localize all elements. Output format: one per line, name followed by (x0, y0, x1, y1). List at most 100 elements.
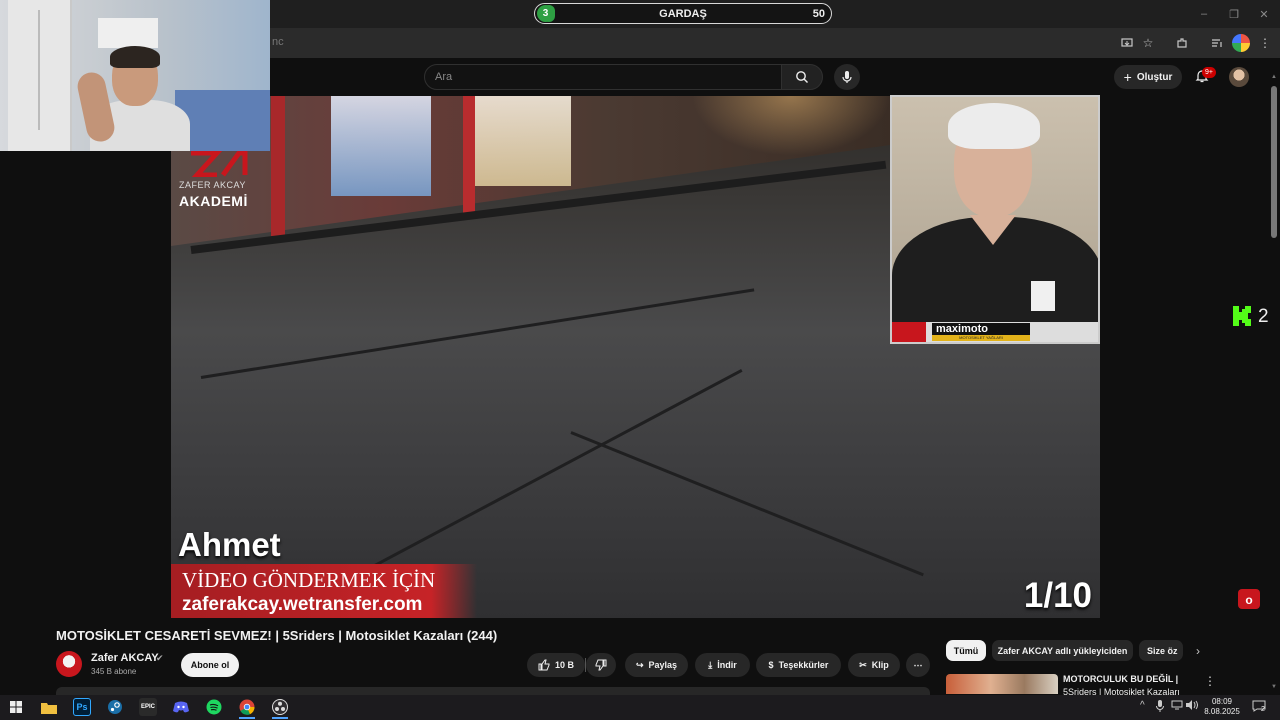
epic-games-icon[interactable]: EPIC (139, 698, 157, 716)
photoshop-icon[interactable]: Ps (73, 698, 91, 716)
streamer-webcam (0, 0, 270, 151)
video-rider-name: Ahmet (178, 526, 281, 563)
thanks-icon: $ (768, 660, 774, 670)
steam-icon[interactable] (106, 698, 124, 716)
video-logo-title: AKADEMİ (179, 193, 248, 209)
recommended-video-title[interactable]: MOTORCULUK BU DEĞİL | (1063, 674, 1193, 684)
goal-name: GARDAŞ (659, 8, 707, 20)
file-explorer-icon[interactable] (40, 698, 58, 716)
dislike-button[interactable] (586, 653, 616, 677)
subscribe-sticker-icon: o (1238, 589, 1260, 609)
chrome-active-indicator (239, 717, 255, 719)
video-scene-shop (471, 96, 571, 186)
tray-expand-icon[interactable]: ^ (1140, 700, 1145, 711)
chevron-right-icon[interactable]: › (1189, 642, 1207, 660)
webcam-person (75, 46, 192, 151)
video-clip-counter: 1/10 (1023, 576, 1092, 615)
channel-name[interactable]: Zafer AKCAY (91, 652, 159, 664)
goal-score: 50 (812, 8, 825, 20)
network-icon[interactable] (1171, 700, 1183, 713)
webcam-cabinet (8, 0, 72, 151)
voice-search-button[interactable] (834, 64, 860, 90)
windows-taskbar (0, 695, 1280, 720)
video-title: MOTOSİKLET CESARETİ SEVMEZ! | 5Sriders |… (56, 628, 498, 643)
more-icon: ⋯ (913, 659, 923, 670)
account-avatar[interactable] (1229, 67, 1249, 87)
recommended-video-subtitle: 5Sriders | Motosiklet Kazaları (1063, 687, 1180, 695)
page-scrollbar[interactable] (1271, 86, 1277, 238)
video-banner-line2: zaferakcay.wetransfer.com (182, 594, 423, 615)
sponsor-brand-sub: MOTOSİKLET YAĞLARI (932, 335, 1030, 341)
video-scene-pillar (463, 96, 475, 216)
system-clock[interactable]: 08:09 8.08.2025 (1196, 697, 1248, 717)
video-scene-lights (691, 96, 891, 156)
obs-active-indicator (272, 717, 288, 719)
svg-text:o: o (1245, 593, 1252, 607)
video-scene-pavement (370, 368, 743, 569)
bookmark-star-icon[interactable]: ☆ (1139, 34, 1157, 52)
search-input[interactable]: Ara (424, 64, 782, 90)
scroll-up-arrow[interactable]: ▲ (1271, 74, 1277, 80)
menu-icon[interactable]: ⋮ (1256, 34, 1274, 52)
sponsor-logo-icon (892, 322, 926, 342)
clock-date: 8.08.2025 (1204, 707, 1240, 716)
profile-icon[interactable] (1232, 34, 1250, 52)
presenter-inset: maximoto MOTOSİKLET YAĞLARI (890, 95, 1100, 344)
windows-start-icon[interactable] (7, 698, 25, 716)
scroll-down-arrow[interactable]: ▼ (1271, 684, 1277, 690)
microphone-tray-icon[interactable] (1156, 700, 1164, 715)
obs-icon[interactable] (271, 698, 289, 716)
minimize-button[interactable]: – (1188, 0, 1220, 28)
webcam-shelf (98, 18, 158, 48)
create-button[interactable]: + Oluştur (1114, 65, 1182, 89)
thanks-button[interactable]: $ Teşekkürler (756, 653, 841, 677)
share-button[interactable]: ↪ Paylaş (625, 653, 688, 677)
search-placeholder: Ara (435, 71, 453, 83)
subscriber-count: 345 B abone (91, 667, 137, 676)
thanks-label: Teşekkürler (778, 660, 829, 670)
share-label: Paylaş (648, 660, 678, 670)
create-label: Oluştur (1136, 71, 1173, 83)
plus-icon: + (1123, 69, 1132, 85)
verified-icon: ✔ (156, 653, 164, 663)
zafer-akcay-logo-icon (191, 151, 248, 177)
extensions-icon[interactable] (1173, 34, 1191, 52)
kick-logo-icon (1233, 306, 1251, 326)
download-icon: ⤓ (708, 659, 713, 670)
goal-progress-bar: 3 GARDAŞ 50 (534, 3, 832, 24)
chrome-icon[interactable] (238, 698, 256, 716)
recommended-video-thumbnail[interactable] (946, 674, 1058, 694)
clip-button[interactable]: ✂ Klip (848, 653, 900, 677)
address-text: nc (272, 36, 284, 48)
like-count: 10 B (554, 660, 574, 670)
channel-avatar[interactable] (56, 651, 82, 677)
share-icon: ↪ (635, 659, 644, 670)
scissors-icon: ✂ (859, 659, 867, 670)
like-button[interactable]: 10 B (527, 653, 585, 677)
recommended-more-icon[interactable]: ⋮ (1204, 674, 1216, 688)
more-actions-button[interactable]: ⋯ (906, 653, 930, 677)
download-button[interactable]: ⤓ İndir (695, 653, 750, 677)
video-scene-pillar (271, 96, 285, 236)
spotify-icon[interactable] (205, 698, 223, 716)
kick-viewer-count: 2 (1258, 306, 1269, 327)
maximize-button[interactable]: ❐ (1218, 0, 1250, 28)
chip-all[interactable]: Tümü (946, 640, 986, 661)
video-logo-subtitle: ZAFER AKCAY (179, 180, 246, 190)
shirt-logo-icon (1031, 281, 1055, 311)
download-label: İndir (717, 660, 737, 670)
notification-center-count: 2 (1261, 706, 1265, 713)
clock-time: 08:09 (1211, 697, 1233, 706)
install-app-icon[interactable] (1118, 34, 1136, 52)
discord-icon[interactable] (172, 698, 190, 716)
media-icon[interactable] (1208, 34, 1226, 52)
close-window-button[interactable]: ✕ (1248, 0, 1280, 28)
subscribe-button[interactable]: Abone ol (181, 653, 239, 677)
clip-label: Klip (871, 660, 889, 670)
chip-for-you[interactable]: Size öz (1139, 640, 1183, 661)
presenter-hair (948, 103, 1040, 149)
notification-badge: 9+ (1202, 67, 1216, 78)
chip-from-uploader[interactable]: Zafer AKCAY adlı yükleyiciden (992, 640, 1133, 661)
search-button[interactable] (781, 64, 823, 90)
search-icon (796, 71, 808, 83)
